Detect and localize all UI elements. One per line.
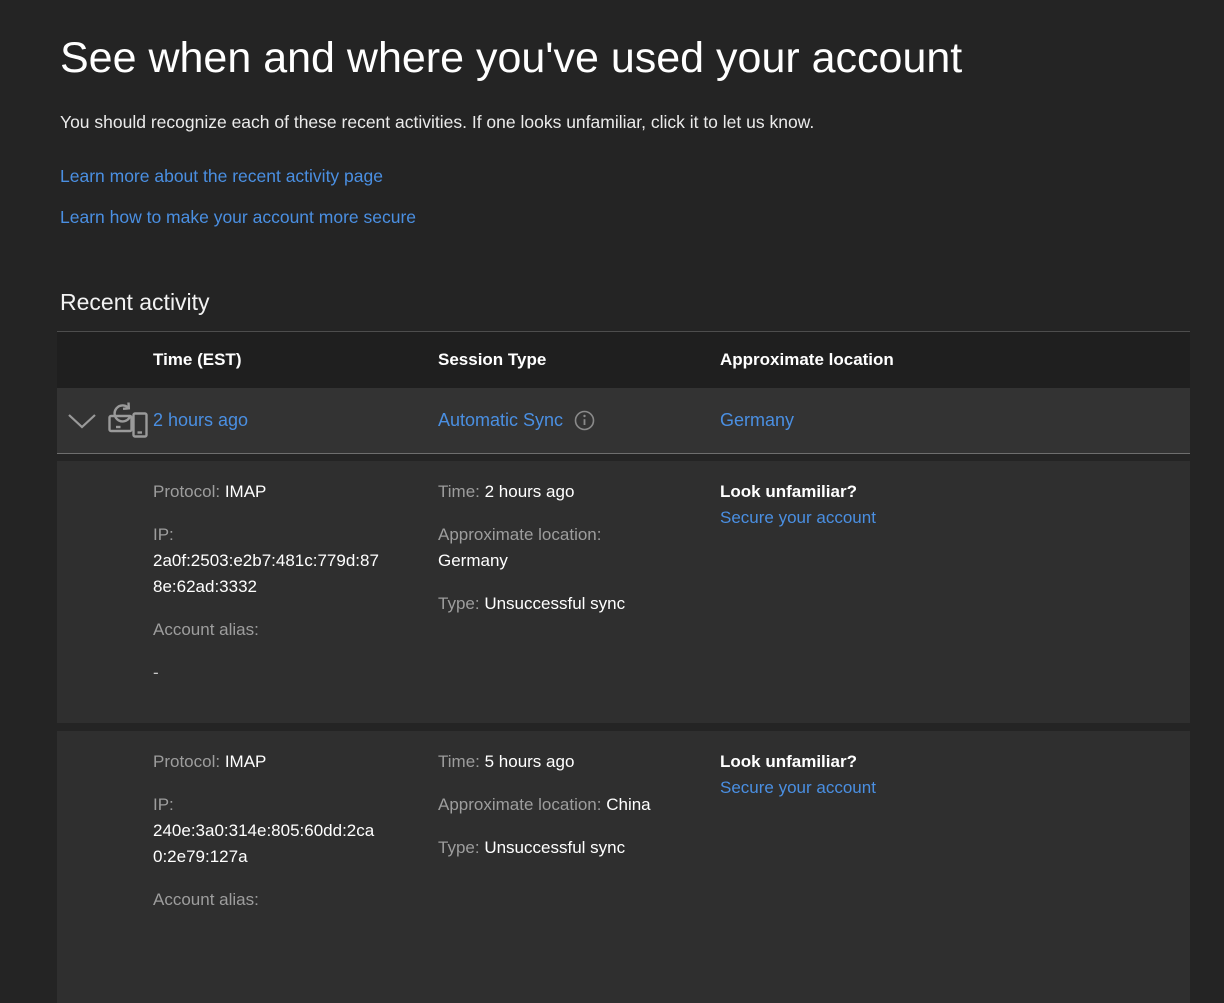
column-header-session-type: Session Type bbox=[438, 350, 720, 370]
activity-detail-panel: Protocol: IMAP IP: 2a0f:2503:e2b7:481c:77… bbox=[57, 461, 1190, 723]
protocol-label: Protocol: bbox=[153, 752, 220, 771]
table-header-row: Time (EST) Session Type Approximate loca… bbox=[57, 332, 1190, 388]
secure-your-account-link[interactable]: Secure your account bbox=[720, 775, 1160, 801]
learn-secure-account-link[interactable]: Learn how to make your account more secu… bbox=[60, 207, 1224, 228]
info-icon[interactable] bbox=[574, 410, 595, 431]
column-header-time: Time (EST) bbox=[153, 350, 438, 370]
activity-summary-row[interactable]: 2 hours ago Automatic Sync Germany bbox=[57, 388, 1190, 454]
time-label: Time: bbox=[438, 482, 480, 501]
time-field: Time: 5 hours ago bbox=[438, 749, 673, 775]
account-alias-field: Account alias: bbox=[153, 617, 385, 643]
sync-devices-icon bbox=[107, 401, 149, 441]
location-value: Germany bbox=[438, 551, 508, 570]
protocol-label: Protocol: bbox=[153, 482, 220, 501]
recent-activity-table: Time (EST) Session Type Approximate loca… bbox=[57, 331, 1190, 1003]
account-alias-field: Account alias: bbox=[153, 887, 385, 913]
learn-more-activity-link[interactable]: Learn more about the recent activity pag… bbox=[60, 166, 1224, 187]
time-value: 2 hours ago bbox=[485, 482, 575, 501]
ip-value: 240e:3a0:314e:805:60dd:2ca0:2e79:127a bbox=[153, 821, 374, 866]
ip-value: 2a0f:2503:e2b7:481c:779d:878e:62ad:3332 bbox=[153, 551, 379, 596]
type-field: Type: Unsuccessful sync bbox=[438, 835, 673, 861]
time-field: Time: 2 hours ago bbox=[438, 479, 673, 505]
intro-text: You should recognize each of these recen… bbox=[60, 112, 1224, 133]
summary-session-type-link[interactable]: Automatic Sync bbox=[438, 410, 563, 431]
time-value: 5 hours ago bbox=[485, 752, 575, 771]
location-field: Approximate location: Germany bbox=[438, 522, 673, 574]
secure-your-account-link[interactable]: Secure your account bbox=[720, 505, 1160, 531]
summary-time-link[interactable]: 2 hours ago bbox=[153, 410, 248, 430]
type-label: Type: bbox=[438, 594, 480, 613]
ip-field: IP: 240e:3a0:314e:805:60dd:2ca0:2e79:127a bbox=[153, 792, 385, 870]
type-label: Type: bbox=[438, 838, 480, 857]
page-title: See when and where you've used your acco… bbox=[60, 30, 1224, 86]
recent-activity-page: See when and where you've used your acco… bbox=[0, 30, 1224, 1003]
location-label: Approximate location: bbox=[438, 795, 601, 814]
section-title: Recent activity bbox=[60, 288, 1224, 316]
protocol-field: Protocol: IMAP bbox=[153, 749, 385, 775]
protocol-field: Protocol: IMAP bbox=[153, 479, 385, 505]
account-alias-value: - bbox=[153, 660, 385, 686]
look-unfamiliar-text: Look unfamiliar? bbox=[720, 482, 857, 501]
type-field: Type: Unsuccessful sync bbox=[438, 591, 673, 617]
summary-location-link[interactable]: Germany bbox=[720, 410, 794, 430]
ip-label: IP: bbox=[153, 795, 174, 814]
look-unfamiliar-text: Look unfamiliar? bbox=[720, 752, 857, 771]
protocol-value: IMAP bbox=[225, 752, 267, 771]
location-field: Approximate location: China bbox=[438, 792, 673, 818]
type-value: Unsuccessful sync bbox=[484, 838, 625, 857]
ip-label: IP: bbox=[153, 525, 174, 544]
activity-detail-panel: Protocol: IMAP IP: 240e:3a0:314e:805:60dd… bbox=[57, 731, 1190, 1003]
protocol-value: IMAP bbox=[225, 482, 267, 501]
account-alias-label: Account alias: bbox=[153, 620, 259, 639]
ip-field: IP: 2a0f:2503:e2b7:481c:779d:878e:62ad:33… bbox=[153, 522, 385, 600]
account-alias-label: Account alias: bbox=[153, 890, 259, 909]
time-label: Time: bbox=[438, 752, 480, 771]
column-header-location: Approximate location bbox=[720, 350, 1190, 370]
chevron-down-icon[interactable] bbox=[67, 413, 97, 430]
location-label: Approximate location: bbox=[438, 525, 601, 544]
type-value: Unsuccessful sync bbox=[484, 594, 625, 613]
location-value: China bbox=[606, 795, 650, 814]
